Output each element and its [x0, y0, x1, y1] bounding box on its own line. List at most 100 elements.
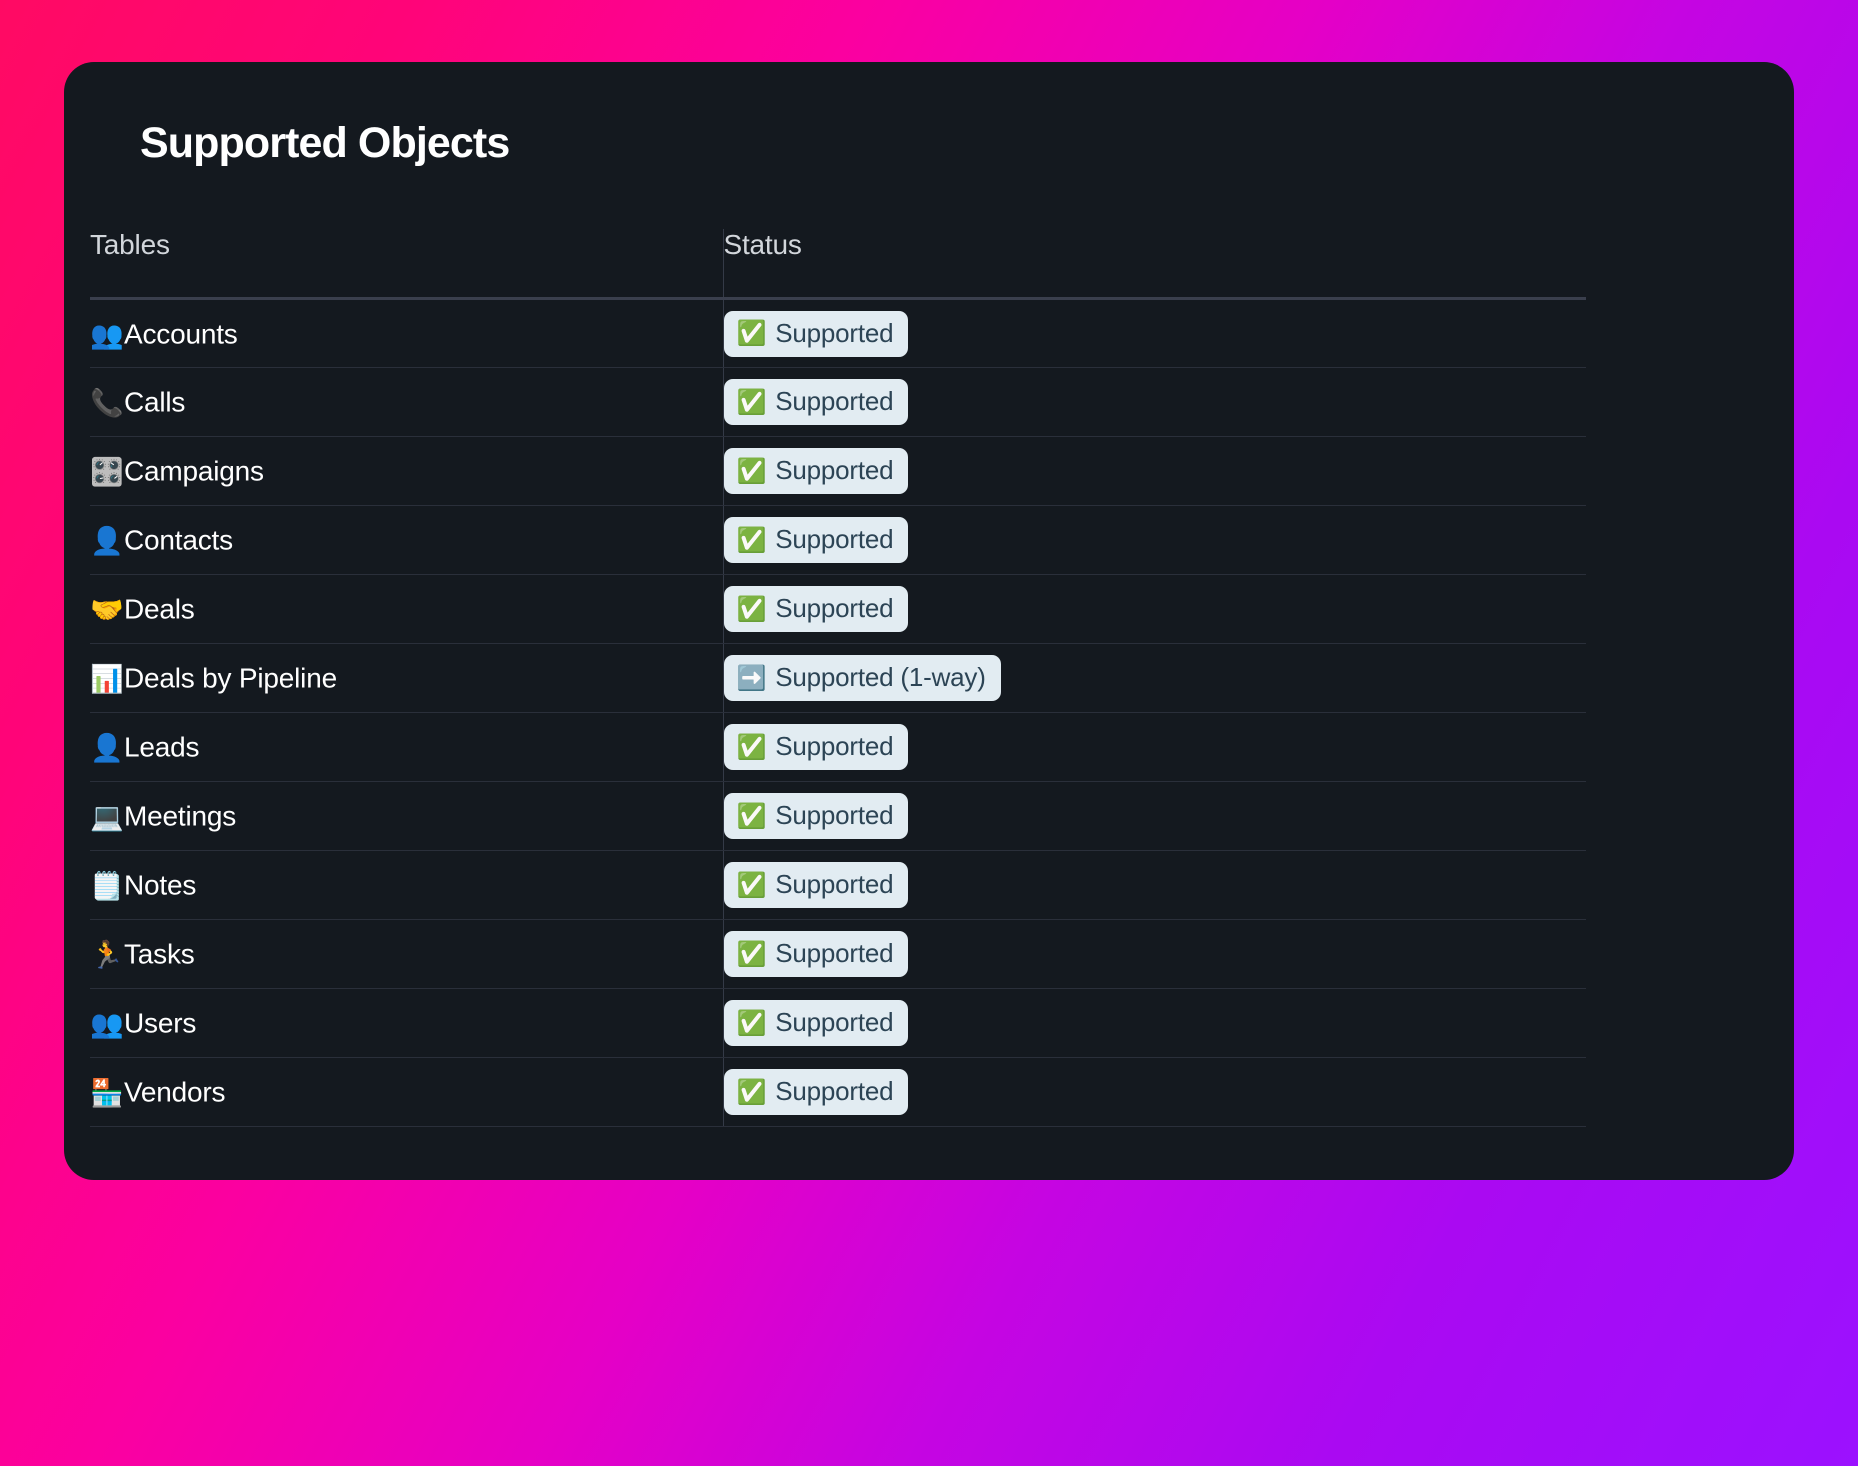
bust-in-silhouette-icon: 👤 [90, 526, 124, 558]
object-name-cell: 🗒️Notes [90, 850, 723, 921]
object-status-cell: ✅ Supported [722, 298, 1586, 369]
status-badge: ✅ Supported [723, 379, 909, 426]
supported-objects-table-wrapper: Tables Status 👥Accounts ✅ Supported 📞Calls ✅… [90, 229, 1586, 1128]
check-mark-button-icon: ✅ [736, 1077, 767, 1106]
supported-objects-card: Supported Objects Tables Status 👥Account… [64, 62, 1794, 1180]
table-row: 💻Meetings ✅ Supported [90, 781, 1586, 852]
check-mark-button-icon: ✅ [736, 732, 767, 761]
table-row: 📊Deals by Pipeline ➡️ Supported (1-way) [90, 643, 1586, 714]
object-name-label: Calls [124, 387, 186, 419]
status-badge-label: Supported (1-way) [775, 662, 986, 693]
table-row: 🎛️Campaigns ✅ Supported [90, 436, 1586, 507]
control-knobs-icon: 🎛️ [90, 457, 124, 489]
busts-in-silhouette-icon: 👥 [90, 319, 124, 351]
status-badge-label: Supported [775, 938, 894, 969]
object-name-cell: 🏃Tasks [90, 919, 723, 990]
status-badge: ➡️ Supported (1-way) [723, 655, 1001, 702]
status-badge: ✅ Supported [723, 517, 909, 564]
status-badge: ✅ Supported [723, 793, 909, 840]
status-badge: ✅ Supported [723, 586, 909, 633]
object-name-cell: 👤Leads [90, 712, 723, 783]
object-status-cell: ✅ Supported [722, 436, 1586, 507]
object-name-label: Notes [124, 870, 197, 902]
object-name-cell: 👥Accounts [90, 298, 723, 369]
object-name-cell: 👤Contacts [90, 505, 723, 576]
object-name-label: Deals [124, 594, 195, 626]
table-row: 🤝Deals ✅ Supported [90, 574, 1586, 645]
spiral-notepad-icon: 🗒️ [90, 871, 124, 903]
object-name-cell: 🎛️Campaigns [90, 436, 723, 507]
page-title: Supported Objects [140, 119, 510, 167]
object-status-cell: ✅ Supported [722, 988, 1586, 1059]
object-name-label: Meetings [124, 801, 237, 833]
object-name-cell: 💻Meetings [90, 781, 723, 852]
object-status-cell: ✅ Supported [722, 505, 1586, 576]
supported-objects-table: Tables Status 👥Accounts ✅ Supported 📞Calls ✅… [90, 229, 1586, 1128]
handshake-icon: 🤝 [90, 595, 124, 627]
column-header-tables: Tables [90, 229, 723, 301]
check-mark-button-icon: ✅ [736, 939, 767, 968]
status-badge-label: Supported [775, 800, 894, 831]
status-badge-label: Supported [775, 869, 894, 900]
table-row: 👥Users ✅ Supported [90, 988, 1586, 1059]
object-name-label: Deals by Pipeline [124, 663, 337, 695]
table-row: 🏪Vendors ✅ Supported [90, 1057, 1586, 1128]
status-badge: ✅ Supported [723, 724, 909, 771]
object-name-cell: 🏪Vendors [90, 1057, 723, 1128]
object-status-cell: ✅ Supported [722, 781, 1586, 852]
laptop-icon: 💻 [90, 802, 124, 834]
object-status-cell: ✅ Supported [722, 367, 1586, 438]
table-row: 📞Calls ✅ Supported [90, 367, 1586, 438]
check-mark-button-icon: ✅ [736, 456, 767, 485]
person-running-icon: 🏃 [90, 940, 124, 972]
check-mark-button-icon: ✅ [736, 801, 767, 830]
object-status-cell: ✅ Supported [722, 574, 1586, 645]
busts-in-silhouette-icon: 👥 [90, 1009, 124, 1041]
status-badge: ✅ Supported [723, 931, 909, 978]
table-row: 🏃Tasks ✅ Supported [90, 919, 1586, 990]
object-name-label: Campaigns [124, 456, 264, 488]
table-header-row: Tables Status [90, 229, 1586, 301]
object-name-label: Tasks [124, 939, 195, 971]
bust-in-silhouette-icon: 👤 [90, 733, 124, 765]
table-header: Tables Status [90, 229, 1586, 301]
check-mark-button-icon: ✅ [736, 525, 767, 554]
object-name-cell: 👥Users [90, 988, 723, 1059]
object-name-label: Users [124, 1008, 197, 1040]
object-name-label: Leads [124, 732, 200, 764]
status-badge-label: Supported [775, 386, 894, 417]
status-badge: ✅ Supported [723, 1069, 909, 1116]
check-mark-button-icon: ✅ [736, 870, 767, 899]
object-status-cell: ✅ Supported [722, 712, 1586, 783]
status-badge-label: Supported [775, 524, 894, 555]
telephone-receiver-icon: 📞 [90, 388, 124, 420]
object-status-cell: ✅ Supported [722, 919, 1586, 990]
object-name-label: Vendors [124, 1077, 226, 1109]
bar-chart-icon: 📊 [90, 664, 124, 696]
object-name-cell: 📊Deals by Pipeline [90, 643, 723, 714]
status-badge: ✅ Supported [723, 862, 909, 909]
status-badge-label: Supported [775, 455, 894, 486]
object-status-cell: ✅ Supported [722, 850, 1586, 921]
table-row: 👤Leads ✅ Supported [90, 712, 1586, 783]
right-arrow-icon: ➡️ [736, 663, 767, 692]
object-name-cell: 📞Calls [90, 367, 723, 438]
check-mark-button-icon: ✅ [736, 319, 767, 348]
status-badge-label: Supported [775, 1076, 894, 1107]
check-mark-button-icon: ✅ [736, 387, 767, 416]
status-badge: ✅ Supported [723, 1000, 909, 1047]
status-badge-label: Supported [775, 317, 894, 348]
object-name-label: Contacts [124, 525, 233, 557]
check-mark-button-icon: ✅ [736, 1008, 767, 1037]
check-mark-button-icon: ✅ [736, 594, 767, 623]
status-badge-label: Supported [775, 1007, 894, 1038]
column-header-status: Status [722, 229, 1586, 301]
table-row: 👤Contacts ✅ Supported [90, 505, 1586, 576]
status-badge-label: Supported [775, 731, 894, 762]
status-badge-label: Supported [775, 593, 894, 624]
object-status-cell: ➡️ Supported (1-way) [722, 643, 1586, 714]
convenience-store-icon: 🏪 [90, 1078, 124, 1110]
object-status-cell: ✅ Supported [722, 1057, 1586, 1128]
table-row: 👥Accounts ✅ Supported [90, 298, 1586, 369]
table-row: 🗒️Notes ✅ Supported [90, 850, 1586, 921]
